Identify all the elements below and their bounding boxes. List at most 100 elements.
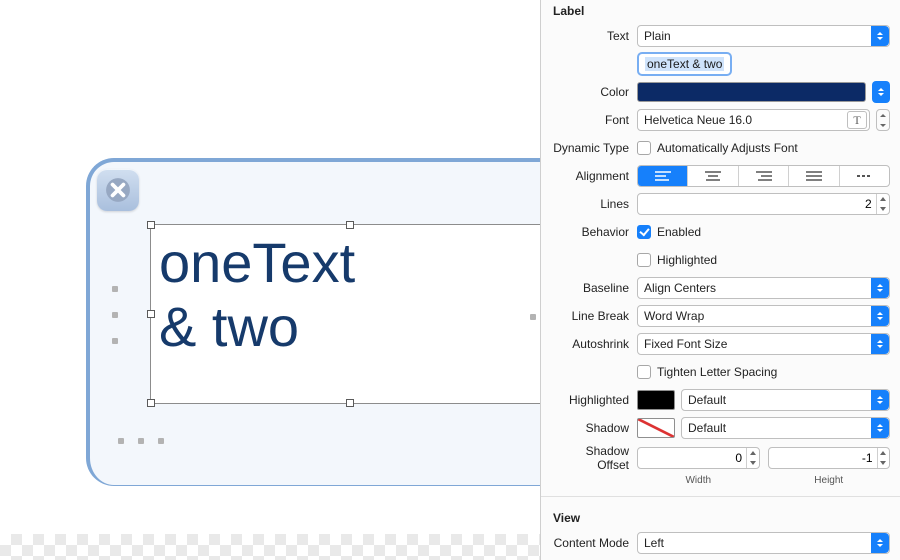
lines-field[interactable] [637,193,890,215]
stepper-up-icon[interactable] [877,110,889,120]
field-label: Autoshrink [551,337,637,351]
guide-dot [112,312,118,318]
chevron-updown-icon [871,306,889,326]
field-label: Lines [551,197,637,211]
select-value: Default [688,393,726,407]
attributes-inspector: Label Text Plain oneText & two Color Fon… [540,0,900,560]
tighten-letter-spacing-checkbox[interactable] [637,365,651,379]
close-button[interactable] [97,169,139,211]
section-header-view: View [551,507,890,531]
checkbox-label: Tighten Letter Spacing [657,365,777,379]
chevron-updown-icon [871,390,889,410]
shadow-offset-height-field[interactable] [768,447,891,469]
highlighted-color-select[interactable]: Default [681,389,890,411]
stepper-down-icon[interactable] [877,120,889,130]
font-field[interactable]: Helvetica Neue 16.0 T [637,109,870,131]
resize-handle[interactable] [346,221,354,229]
align-justify-icon [805,170,823,182]
checkbox-label: Automatically Adjusts Font [657,141,798,155]
selected-uilabel[interactable]: oneText & two [150,224,550,404]
field-label: Text [551,29,637,43]
field-label: Highlighted [551,393,637,407]
chevron-updown-icon [871,26,889,46]
field-label: Alignment [551,169,637,183]
resize-handle[interactable] [346,399,354,407]
select-value: Default [688,421,726,435]
checkbox-label: Highlighted [657,253,717,267]
shadow-color-select[interactable]: Default [681,417,890,439]
align-center-icon [704,170,722,182]
guide-dot [158,438,164,444]
uilabel-text: oneText & two [151,225,549,360]
guide-dot [118,438,124,444]
align-natural-button[interactable] [840,166,889,186]
select-value: Left [644,536,664,550]
shadow-width-input[interactable] [644,450,746,466]
field-label: Content Mode [551,536,637,550]
field-label: Shadow [551,421,637,435]
field-label: Line Break [551,309,637,323]
checkbox-label: Enabled [657,225,701,239]
label-text-field[interactable]: oneText & two [637,52,732,76]
align-natural-icon [855,170,873,182]
lines-input[interactable] [644,196,876,212]
field-label: Dynamic Type [551,141,637,155]
chevron-updown-icon [871,533,889,553]
chevron-updown-icon [871,334,889,354]
align-left-icon [654,170,672,182]
shadow-color-swatch[interactable] [637,418,675,438]
field-label: Behavior [551,225,637,239]
stepper[interactable] [746,448,759,468]
resize-handle[interactable] [147,310,155,318]
align-center-button[interactable] [688,166,738,186]
sublabel: Width [637,475,760,486]
select-value: Fixed Font Size [644,337,727,351]
close-icon [105,177,131,203]
select-value: Align Centers [644,281,716,295]
align-right-icon [755,170,773,182]
field-label: Shadow Offset [551,444,637,472]
guide-dot [138,438,144,444]
highlighted-color-swatch[interactable] [637,390,675,410]
transparency-checker [0,534,540,560]
text-value: oneText & two [645,57,724,71]
device-frame: oneText & two [86,158,556,486]
baseline-select[interactable]: Align Centers [637,277,890,299]
auto-adjusts-font-checkbox[interactable] [637,141,651,155]
guide-dot [112,286,118,292]
chevron-updown-icon [871,418,889,438]
behavior-highlighted-checkbox[interactable] [637,253,651,267]
align-left-button[interactable] [638,166,688,186]
shadow-offset-width-field[interactable] [637,447,760,469]
lines-stepper[interactable] [876,194,889,214]
guide-dot [112,338,118,344]
select-value: Plain [644,29,671,43]
alignment-segmented[interactable] [637,165,890,187]
linebreak-select[interactable]: Word Wrap [637,305,890,327]
select-value: Word Wrap [644,309,704,323]
interface-builder-canvas[interactable]: oneText & two [0,0,540,560]
resize-handle[interactable] [147,221,155,229]
font-picker-icon[interactable]: T [847,111,867,129]
align-justify-button[interactable] [789,166,839,186]
text-style-select[interactable]: Plain [637,25,890,47]
chevron-updown-icon [871,278,889,298]
section-divider [541,496,900,497]
field-label: Baseline [551,281,637,295]
align-right-button[interactable] [739,166,789,186]
resize-handle[interactable] [147,399,155,407]
stepper[interactable] [877,448,890,468]
content-mode-select[interactable]: Left [637,532,890,554]
section-header-label: Label [551,0,890,24]
shadow-height-input[interactable] [775,450,877,466]
font-value: Helvetica Neue 16.0 [644,113,752,127]
text-color-well[interactable] [637,82,866,102]
behavior-enabled-checkbox[interactable] [637,225,651,239]
autoshrink-select[interactable]: Fixed Font Size [637,333,890,355]
guide-dot [530,314,536,320]
color-popup-button[interactable] [872,81,890,103]
font-size-stepper[interactable] [876,109,890,131]
field-label: Font [551,113,637,127]
sublabel: Height [768,475,891,486]
field-label: Color [551,85,637,99]
